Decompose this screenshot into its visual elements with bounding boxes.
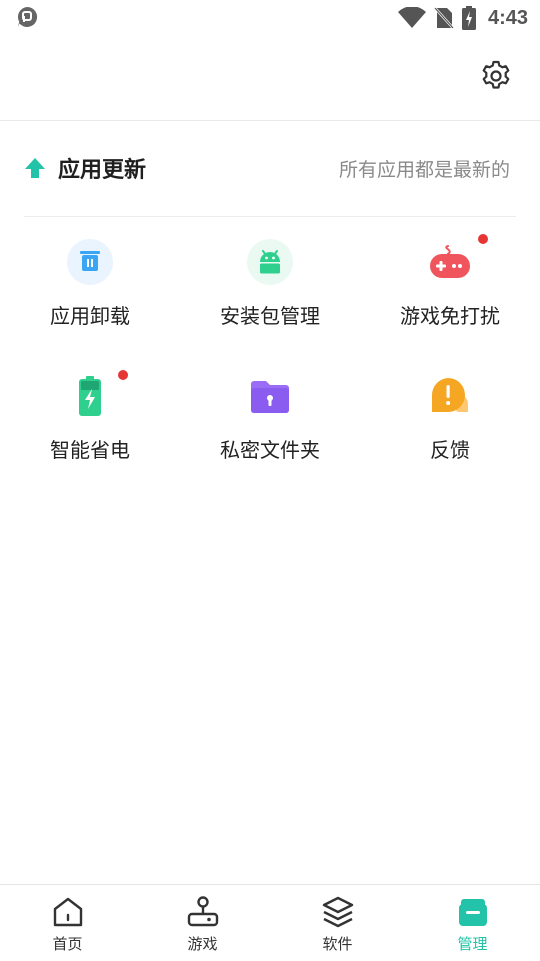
tool-label: 反馈	[430, 438, 470, 462]
nav-games[interactable]: 游戏	[135, 885, 270, 961]
home-icon	[53, 897, 82, 927]
divider	[24, 216, 516, 217]
layers-icon	[322, 896, 353, 928]
tool-private-folder[interactable]: 私密文件夹	[180, 364, 360, 470]
status-bar: 4:43	[0, 0, 540, 36]
nav-label: 管理	[457, 935, 488, 953]
tool-package-manager[interactable]: 安装包管理	[180, 230, 360, 336]
battery-charging-icon	[79, 376, 101, 416]
wifi-icon	[397, 7, 426, 28]
settings-gear-icon[interactable]	[480, 60, 512, 92]
header	[0, 36, 540, 121]
upload-arrow-icon	[25, 158, 45, 178]
uninstall-trash-icon	[67, 239, 113, 285]
nav-home[interactable]: 首页	[0, 885, 135, 961]
tool-feedback[interactable]: 反馈	[360, 364, 540, 470]
gamepad-icon	[430, 245, 470, 278]
tool-label: 游戏免打扰	[400, 304, 500, 328]
manage-box-icon	[458, 899, 487, 926]
feedback-bubble-icon	[431, 378, 468, 412]
app-update-status: 所有应用都是最新的	[338, 158, 510, 181]
app-update-title: 应用更新	[58, 157, 147, 182]
app-notification-icon	[17, 6, 38, 27]
tool-label: 安装包管理	[220, 304, 320, 328]
clock: 4:43	[487, 6, 528, 29]
lock-folder-icon	[251, 381, 289, 413]
app-update-row[interactable]: 应用更新 所有应用都是最新的	[24, 140, 516, 196]
nav-label: 软件	[322, 935, 353, 953]
android-package-icon	[247, 239, 293, 285]
tool-label: 应用卸载	[50, 304, 130, 328]
tool-smart-power-saving[interactable]: 智能省电	[0, 364, 180, 470]
nav-manage[interactable]: 管理	[405, 885, 540, 961]
joystick-icon	[187, 896, 218, 927]
tool-app-uninstall[interactable]: 应用卸载	[0, 230, 180, 336]
tool-label: 私密文件夹	[220, 438, 320, 462]
tools-grid: 应用卸载 安装包管理 游戏免打扰 智能省电 私密文件夹 反馈	[0, 230, 540, 470]
no-sim-icon	[434, 7, 454, 29]
nav-label: 游戏	[187, 935, 218, 953]
battery-charging-status-icon	[461, 6, 476, 30]
notification-badge	[478, 234, 488, 244]
tool-label: 智能省电	[50, 438, 130, 462]
bottom-nav: 首页 游戏 软件 管理	[0, 884, 540, 961]
tool-game-no-disturb[interactable]: 游戏免打扰	[360, 230, 540, 336]
nav-label: 首页	[52, 935, 83, 953]
notification-badge	[118, 370, 128, 380]
nav-software[interactable]: 软件	[270, 885, 405, 961]
